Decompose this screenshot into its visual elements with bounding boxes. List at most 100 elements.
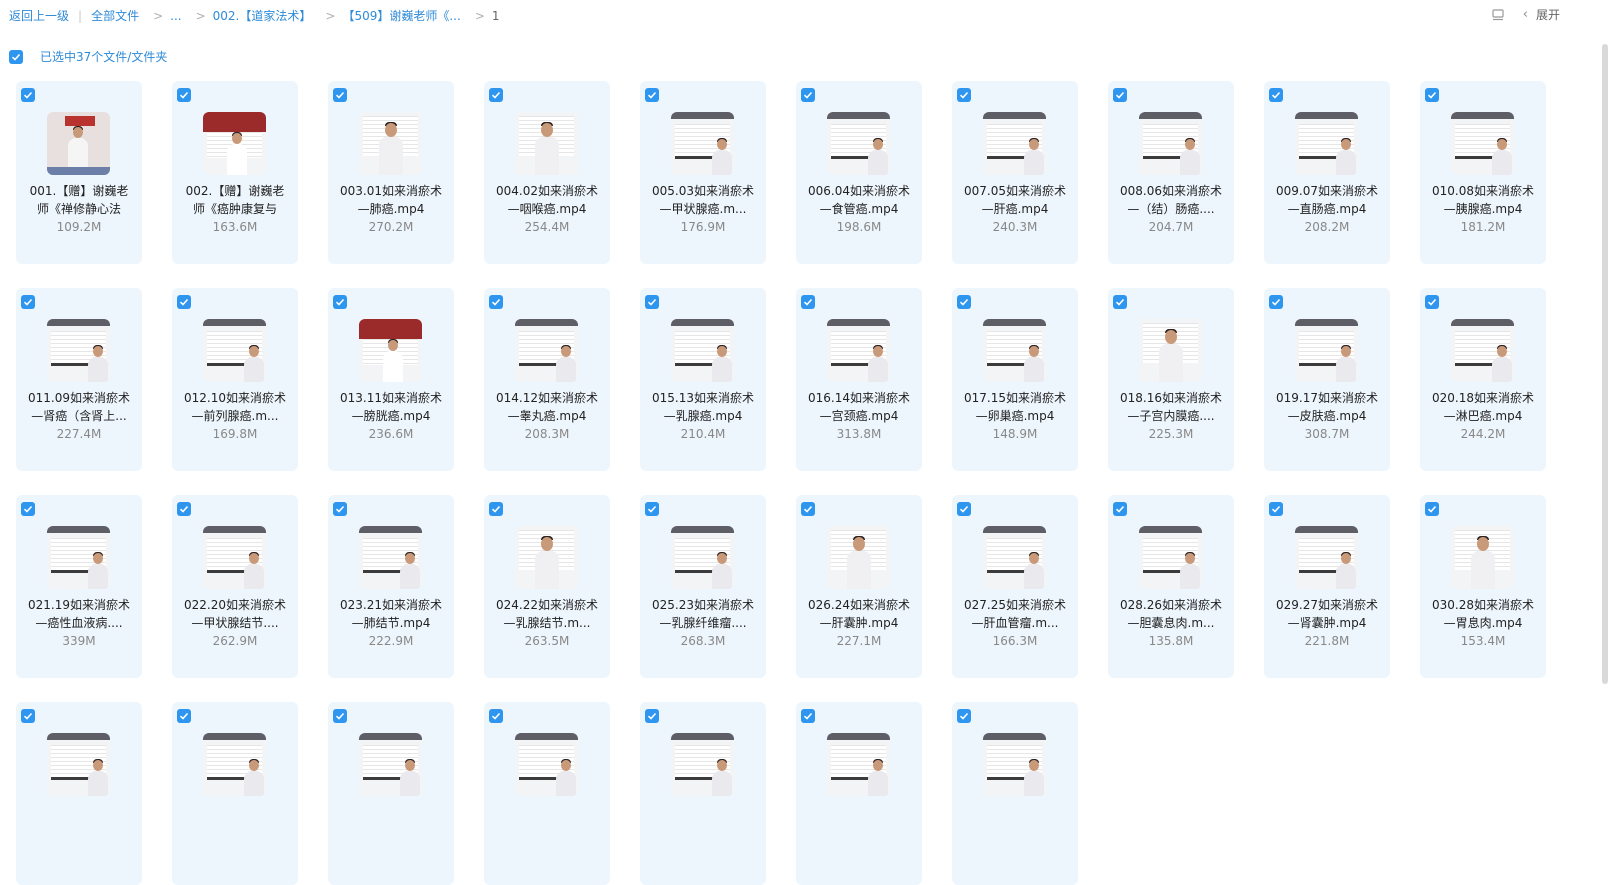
file-card[interactable]: 022.20如来消瘀术 —甲状腺结节.... 262.9M (172, 495, 298, 678)
video-thumbnail[interactable] (1451, 112, 1514, 175)
file-name[interactable] (958, 803, 1072, 839)
video-thumbnail[interactable] (1139, 112, 1202, 175)
file-checkbox[interactable] (333, 502, 347, 516)
file-name[interactable]: 024.22如来消瘀术 —乳腺结节.m... (490, 596, 604, 632)
file-card[interactable]: 007.05如来消瘀术 —肝癌.mp4 240.3M (952, 81, 1078, 264)
file-checkbox[interactable] (1113, 502, 1127, 516)
video-thumbnail[interactable] (515, 733, 578, 796)
file-checkbox[interactable] (489, 295, 503, 309)
file-name[interactable]: 007.05如来消瘀术 —肝癌.mp4 (958, 182, 1072, 218)
video-thumbnail[interactable] (515, 526, 578, 589)
file-checkbox[interactable] (1425, 88, 1439, 102)
file-name[interactable]: 009.07如来消瘀术 —直肠癌.mp4 (1270, 182, 1384, 218)
file-card[interactable]: 006.04如来消瘀术 —食管癌.mp4 198.6M (796, 81, 922, 264)
file-card[interactable]: 029.27如来消瘀术 —肾囊肿.mp4 221.8M (1264, 495, 1390, 678)
file-checkbox[interactable] (957, 88, 971, 102)
file-name[interactable]: 030.28如来消瘀术 —胃息肉.mp4 (1426, 596, 1540, 632)
file-checkbox[interactable] (177, 88, 191, 102)
file-name[interactable]: 017.15如来消瘀术 —卵巢癌.mp4 (958, 389, 1072, 425)
scrollbar[interactable] (1602, 44, 1608, 684)
file-card[interactable]: 014.12如来消瘀术 —睾丸癌.mp4 208.3M (484, 288, 610, 471)
video-thumbnail[interactable] (671, 319, 734, 382)
file-checkbox[interactable] (21, 709, 35, 723)
file-checkbox[interactable] (645, 295, 659, 309)
file-name[interactable]: 029.27如来消瘀术 —肾囊肿.mp4 (1270, 596, 1384, 632)
file-checkbox[interactable] (21, 295, 35, 309)
file-card[interactable] (640, 702, 766, 885)
file-card[interactable]: 012.10如来消瘀术 —前列腺癌.m... 169.8M (172, 288, 298, 471)
file-card[interactable]: 013.11如来消瘀术 —膀胱癌.mp4 236.6M (328, 288, 454, 471)
file-name[interactable]: 028.26如来消瘀术 —胆囊息肉.m... (1114, 596, 1228, 632)
file-name[interactable]: 004.02如来消瘀术 —咽喉癌.mp4 (490, 182, 604, 218)
file-card[interactable] (484, 702, 610, 885)
file-name[interactable]: 022.20如来消瘀术 —甲状腺结节.... (178, 596, 292, 632)
file-checkbox[interactable] (1269, 295, 1283, 309)
video-thumbnail[interactable] (203, 526, 266, 589)
file-name[interactable]: 016.14如来消瘀术 —宫颈癌.mp4 (802, 389, 916, 425)
file-checkbox[interactable] (177, 502, 191, 516)
file-card[interactable]: 010.08如来消瘀术 —胰腺癌.mp4 181.2M (1420, 81, 1546, 264)
video-thumbnail[interactable] (359, 733, 422, 796)
back-link[interactable]: 返回上一级 (9, 7, 69, 24)
file-checkbox[interactable] (957, 709, 971, 723)
file-checkbox[interactable] (645, 88, 659, 102)
file-card[interactable]: 015.13如来消瘀术 —乳腺癌.mp4 210.4M (640, 288, 766, 471)
file-checkbox[interactable] (489, 502, 503, 516)
video-thumbnail[interactable] (1295, 526, 1358, 589)
file-card[interactable]: 027.25如来消瘀术 —肝血管瘤.m... 166.3M (952, 495, 1078, 678)
file-checkbox[interactable] (21, 502, 35, 516)
file-name[interactable]: 023.21如来消瘀术 —肺结节.mp4 (334, 596, 448, 632)
file-name[interactable]: 021.19如来消瘀术 —癌性血液病.... (22, 596, 136, 632)
file-checkbox[interactable] (177, 295, 191, 309)
file-card[interactable]: 003.01如来消瘀术 —肺癌.mp4 270.2M (328, 81, 454, 264)
video-thumbnail[interactable] (47, 526, 110, 589)
file-card[interactable]: 016.14如来消瘀术 —宫颈癌.mp4 313.8M (796, 288, 922, 471)
file-name[interactable] (802, 803, 916, 839)
file-name[interactable]: 006.04如来消瘀术 —食管癌.mp4 (802, 182, 916, 218)
file-checkbox[interactable] (333, 709, 347, 723)
file-card[interactable]: 008.06如来消瘀术 —（结）肠癌.... 204.7M (1108, 81, 1234, 264)
file-card[interactable]: 002.【赠】谢巍老 师《癌肿康复与 163.6M (172, 81, 298, 264)
file-name[interactable]: 014.12如来消瘀术 —睾丸癌.mp4 (490, 389, 604, 425)
file-card[interactable]: 001.【赠】谢巍老 师《禅修静心法 109.2M (16, 81, 142, 264)
file-name[interactable]: 001.【赠】谢巍老 师《禅修静心法 (22, 182, 136, 218)
file-name[interactable]: 019.17如来消瘀术 —皮肤癌.mp4 (1270, 389, 1384, 425)
file-name[interactable]: 005.03如来消瘀术 —甲状腺癌.m... (646, 182, 760, 218)
file-card[interactable] (952, 702, 1078, 885)
file-card[interactable]: 009.07如来消瘀术 —直肠癌.mp4 208.2M (1264, 81, 1390, 264)
file-name[interactable]: 027.25如来消瘀术 —肝血管瘤.m... (958, 596, 1072, 632)
video-thumbnail[interactable] (983, 733, 1046, 796)
video-thumbnail[interactable] (203, 112, 266, 175)
file-card[interactable]: 025.23如来消瘀术 —乳腺纤维瘤.... 268.3M (640, 495, 766, 678)
file-name[interactable] (646, 803, 760, 839)
video-thumbnail[interactable] (1451, 319, 1514, 382)
file-card[interactable]: 023.21如来消瘀术 —肺结节.mp4 222.9M (328, 495, 454, 678)
video-thumbnail[interactable] (359, 112, 422, 175)
file-name[interactable]: 020.18如来消瘀术 —淋巴癌.mp4 (1426, 389, 1540, 425)
file-checkbox[interactable] (1425, 502, 1439, 516)
file-card[interactable]: 024.22如来消瘀术 —乳腺结节.m... 263.5M (484, 495, 610, 678)
video-thumbnail[interactable] (1139, 319, 1202, 382)
file-card[interactable] (328, 702, 454, 885)
file-name[interactable]: 011.09如来消瘀术 —肾癌（含肾上... (22, 389, 136, 425)
file-card[interactable] (796, 702, 922, 885)
breadcrumb-folder-1[interactable]: 002.【道家法术】 (213, 7, 312, 24)
file-name[interactable]: 008.06如来消瘀术 —（结）肠癌.... (1114, 182, 1228, 218)
file-checkbox[interactable] (801, 502, 815, 516)
file-checkbox[interactable] (1113, 88, 1127, 102)
file-checkbox[interactable] (1269, 502, 1283, 516)
file-name[interactable]: 003.01如来消瘀术 —肺癌.mp4 (334, 182, 448, 218)
list-layout-icon[interactable] (1491, 8, 1505, 22)
video-thumbnail[interactable] (515, 112, 578, 175)
video-thumbnail[interactable] (827, 319, 890, 382)
file-card[interactable]: 018.16如来消瘀术 —子宫内膜癌.... 225.3M (1108, 288, 1234, 471)
file-name[interactable] (490, 803, 604, 839)
video-thumbnail[interactable] (47, 733, 110, 796)
file-checkbox[interactable] (489, 709, 503, 723)
file-checkbox[interactable] (957, 502, 971, 516)
video-thumbnail[interactable] (1451, 526, 1514, 589)
video-thumbnail[interactable] (359, 319, 422, 382)
file-card[interactable]: 026.24如来消瘀术 —肝囊肿.mp4 227.1M (796, 495, 922, 678)
file-card[interactable]: 005.03如来消瘀术 —甲状腺癌.m... 176.9M (640, 81, 766, 264)
file-checkbox[interactable] (801, 295, 815, 309)
